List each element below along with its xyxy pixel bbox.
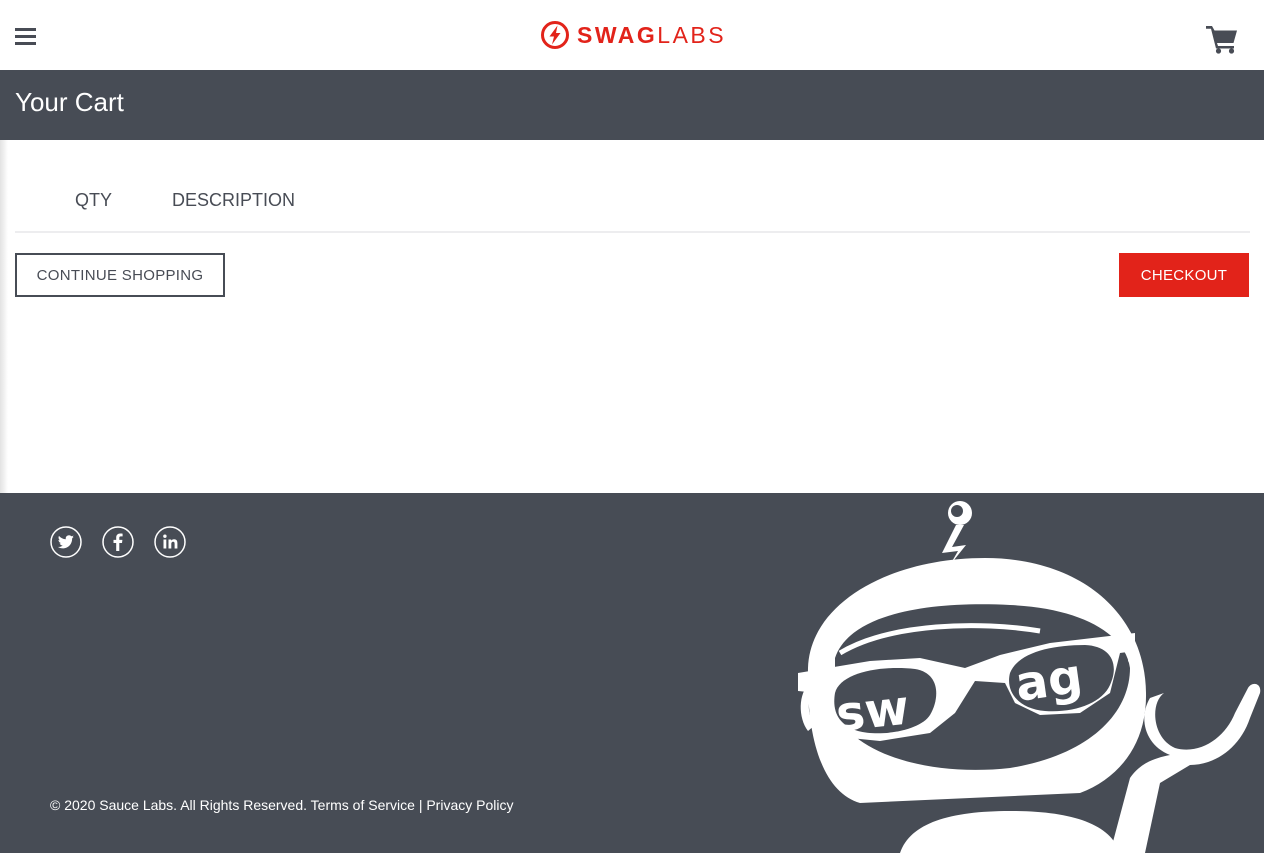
page-title: Your Cart [15, 87, 124, 117]
linkedin-icon[interactable] [154, 526, 186, 558]
twitter-icon[interactable] [50, 526, 82, 558]
copyright-text: © 2020 Sauce Labs. All Rights Reserved. [50, 797, 308, 813]
shopping-cart-icon[interactable] [1205, 22, 1239, 54]
footer-separator: | [418, 797, 423, 813]
header: SWAGLABS [0, 0, 1264, 70]
footer: © 2020 Sauce Labs. All Rights Reserved. … [0, 493, 1264, 853]
lightning-bolt-icon [541, 21, 569, 49]
qty-column-header: QTY [75, 190, 113, 210]
robot-glasses-right-text: ag [1012, 648, 1086, 713]
facebook-icon[interactable] [102, 526, 134, 558]
swag-robot-illustration: sw ag [798, 501, 1261, 853]
description-column-header: DESCRIPTION [172, 190, 296, 210]
cart-list-divider [15, 231, 1250, 233]
logo-wordmark: SWAGLABS [577, 22, 727, 48]
swag-labs-logo: SWAGLABS [541, 21, 726, 49]
privacy-policy-link[interactable]: Privacy Policy [426, 797, 513, 813]
subheader-bar [0, 70, 1264, 140]
footer-copyright: © 2020 Sauce Labs. All Rights Reserved. … [50, 796, 513, 814]
robot-glasses-left-text: sw [833, 680, 911, 743]
checkout-button[interactable]: CHECKOUT [1119, 253, 1249, 297]
hamburger-menu-icon[interactable] [15, 28, 36, 45]
terms-of-service-link[interactable]: Terms of Service [311, 797, 415, 813]
continue-shopping-button[interactable]: CONTINUE SHOPPING [15, 253, 225, 297]
